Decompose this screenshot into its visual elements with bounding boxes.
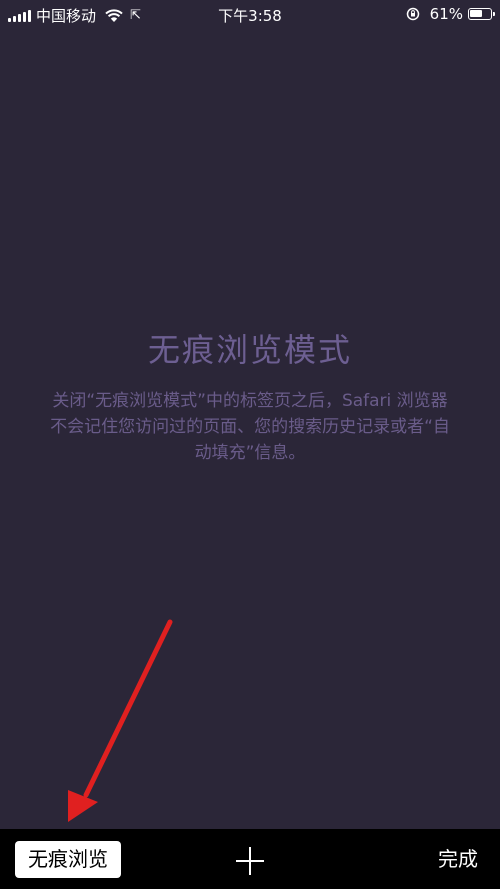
done-button[interactable]: 完成 — [438, 845, 478, 873]
private-browsing-button[interactable]: 无痕浏览 — [15, 841, 121, 878]
private-mode-description: 关闭“无痕浏览模式”中的标签页之后，Safari 浏览器不会记住您访问过的页面、… — [50, 391, 450, 463]
battery-percent: 61% — [429, 5, 463, 23]
status-bar: 中国移动 ⇱ 下午3:58 61% — [0, 0, 500, 28]
rotation-lock-icon — [406, 7, 419, 21]
battery-icon — [468, 8, 495, 20]
safari-private-tabs-screen: 中国移动 ⇱ 下午3:58 61% 无痕浏览模式 关闭“无痕浏览模式”中的标签页… — [0, 0, 500, 889]
bottom-toolbar: 无痕浏览 完成 — [0, 829, 500, 889]
battery-fill — [470, 10, 482, 17]
private-mode-title: 无痕浏览模式 — [147, 331, 352, 369]
plus-icon[interactable] — [234, 845, 266, 877]
status-right: 61% — [406, 5, 495, 23]
